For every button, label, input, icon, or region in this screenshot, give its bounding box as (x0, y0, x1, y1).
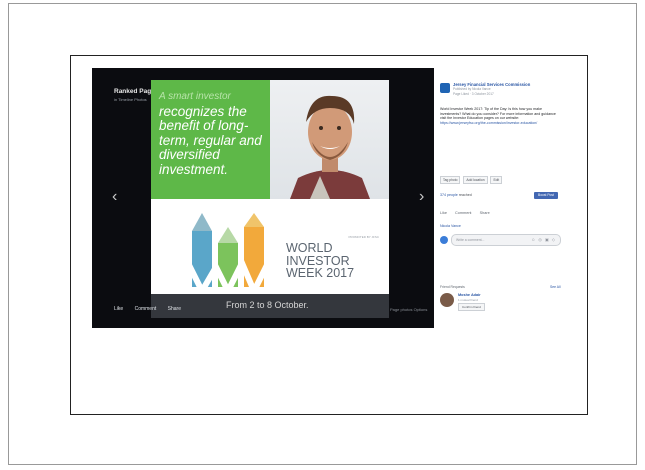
event-name: WORLD INVESTOR WEEK 2017 (286, 242, 354, 280)
post-comment-button[interactable]: Comment (455, 211, 471, 215)
image-headline: A smart investor recognizes the benefit … (159, 88, 269, 177)
post-side-panel: Jersey Financial Services Commission Pub… (434, 68, 567, 328)
comment-placeholder: Write a comment... (456, 238, 485, 242)
post-like-button[interactable]: Like (440, 211, 447, 215)
album-subtitle: in Timeline Photos (114, 97, 147, 102)
viewer-action-bar: Like Comment Share (114, 306, 191, 312)
world-investor-week-image: A smart investor recognizes the benefit … (151, 80, 389, 318)
post-link[interactable]: https://www.jerseyfsc.org/the-commission… (440, 121, 537, 125)
pencils-logo-icon (186, 213, 273, 295)
publisher-meta: Published by Nicola Vance (453, 87, 491, 91)
tag-photo-button[interactable]: Tag photo (440, 176, 461, 184)
viewer-share-button[interactable]: Share (168, 306, 181, 312)
comment-input[interactable]: Write a comment... ☺ ◎ ▣ ◇ (451, 234, 561, 246)
green-text-block: A smart investor recognizes the benefit … (151, 80, 270, 199)
see-all-link[interactable]: See All (550, 285, 561, 289)
smiling-man-photo (270, 80, 389, 199)
post-share-button[interactable]: Share (480, 211, 490, 215)
page-avatar[interactable] (440, 83, 450, 93)
reach-stat: 374 people reached (440, 193, 472, 197)
boost-post-button[interactable]: Boost Post (534, 192, 558, 199)
headline-text: recognizes the benefit of long-term, reg… (159, 103, 262, 177)
reach-count-link[interactable]: 374 people (440, 193, 458, 197)
event-logo-area: PROMOTED BY JFSC WORLD INVESTOR WEEK 201… (151, 199, 389, 318)
friend-mutual: 1 mutual friend (458, 298, 478, 302)
photo-edit-buttons: Tag photo Add location Edit (440, 176, 504, 184)
logo-caption: PROMOTED BY JFSC (348, 235, 379, 239)
comment-attachment-icons[interactable]: ☺ ◎ ▣ ◇ (531, 237, 556, 242)
commenter-avatar (440, 236, 448, 244)
friend-name[interactable]: Moshe Adair (458, 293, 481, 297)
photo-viewer: Ranked Page photos in Timeline Photos ‹ … (92, 68, 434, 328)
add-location-button[interactable]: Add location (463, 176, 488, 184)
headline-faint: A smart investor (159, 91, 231, 102)
event-dates: From 2 to 8 October. (226, 300, 309, 310)
friend-avatar[interactable] (440, 293, 454, 307)
facebook-photo-viewer-screenshot: Ranked Page photos in Timeline Photos ‹ … (92, 68, 567, 328)
commenting-as[interactable]: Nicola Vance (440, 224, 461, 228)
post-text: World Investor Week 2017: Tip of the Day… (440, 107, 556, 121)
post-action-bar: Like Comment Share (440, 211, 560, 215)
event-line-1: WORLD (286, 241, 333, 255)
reach-label: reached (458, 193, 472, 197)
post-body: World Investor Week 2017: Tip of the Day… (440, 107, 558, 125)
viewer-options-links[interactable]: Page photos Options (390, 307, 427, 312)
post-date-meta: Page Liked · 3 October 2017 (453, 92, 494, 96)
confirm-friend-button[interactable]: Confirm friend (458, 303, 485, 311)
edit-button[interactable]: Edit (490, 176, 503, 184)
next-photo-arrow-icon[interactable]: › (419, 188, 424, 206)
friend-requests-title: Friend Requests (440, 285, 465, 289)
viewer-comment-button[interactable]: Comment (135, 306, 157, 312)
event-line-3: WEEK 2017 (286, 266, 355, 280)
viewer-like-button[interactable]: Like (114, 306, 123, 312)
previous-photo-arrow-icon[interactable]: ‹ (112, 188, 117, 206)
